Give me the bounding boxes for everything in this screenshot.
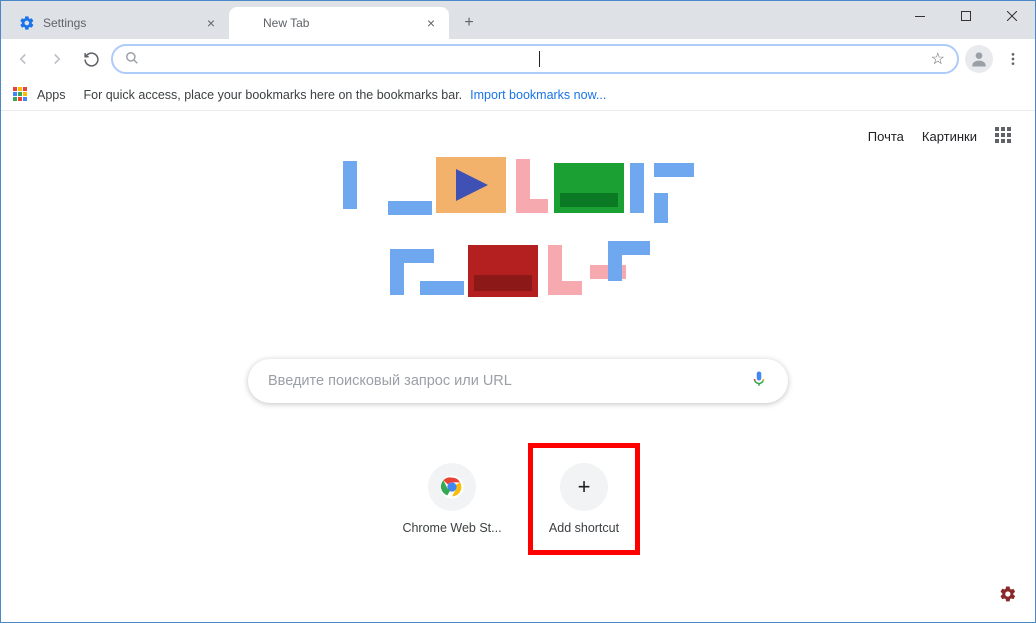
customize-gear-icon[interactable]	[999, 585, 1017, 608]
shortcut-chrome-web-store[interactable]: Chrome Web St...	[396, 443, 508, 555]
text-caret	[539, 51, 540, 67]
apps-icon[interactable]	[13, 87, 29, 103]
tab-title: Settings	[43, 16, 203, 30]
plus-icon: +	[578, 474, 591, 500]
add-shortcut-circle: +	[560, 463, 608, 511]
maximize-button[interactable]	[943, 1, 989, 31]
images-link[interactable]: Картинки	[922, 129, 977, 144]
gear-icon	[19, 15, 35, 31]
close-icon[interactable]: ×	[423, 15, 439, 31]
google-doodle[interactable]	[308, 149, 728, 309]
tab-settings[interactable]: Settings ×	[9, 7, 229, 39]
google-apps-icon[interactable]	[995, 127, 1013, 145]
apps-label[interactable]: Apps	[37, 88, 66, 102]
tab-new-tab[interactable]: New Tab ×	[229, 7, 449, 39]
toolbar: ☆	[1, 39, 1035, 79]
close-icon[interactable]: ×	[203, 15, 219, 31]
voice-search-icon[interactable]	[750, 368, 768, 395]
minimize-button[interactable]	[897, 1, 943, 31]
shortcut-label: Chrome Web St...	[402, 521, 501, 535]
titlebar: Settings × New Tab × +	[1, 1, 1035, 39]
bookmark-bar: Apps For quick access, place your bookma…	[1, 79, 1035, 111]
window-close-button[interactable]	[989, 1, 1035, 31]
shortcut-favicon	[428, 463, 476, 511]
menu-button[interactable]	[999, 45, 1027, 73]
bookmark-star-icon[interactable]: ☆	[931, 49, 945, 69]
new-tab-button[interactable]: +	[455, 9, 483, 37]
new-tab-page: Почта Картинки	[1, 111, 1035, 622]
omnibox[interactable]: ☆	[111, 44, 959, 74]
ntp-search-box[interactable]: Введите поисковый запрос или URL	[248, 359, 788, 403]
tab-title: New Tab	[263, 16, 423, 30]
back-button[interactable]	[9, 45, 37, 73]
bookmark-hint-text: For quick access, place your bookmarks h…	[84, 88, 463, 102]
address-input[interactable]	[147, 51, 537, 67]
top-links: Почта Картинки	[868, 127, 1013, 145]
profile-avatar[interactable]	[965, 45, 993, 73]
import-bookmarks-link[interactable]: Import bookmarks now...	[470, 88, 606, 102]
page-icon	[239, 15, 255, 31]
mail-link[interactable]: Почта	[868, 129, 904, 144]
reload-button[interactable]	[77, 45, 105, 73]
search-placeholder: Введите поисковый запрос или URL	[268, 373, 750, 389]
forward-button[interactable]	[43, 45, 71, 73]
window-controls	[897, 1, 1035, 31]
shortcut-add[interactable]: + Add shortcut	[528, 443, 640, 555]
tab-strip: Settings × New Tab × +	[1, 1, 483, 39]
search-icon	[125, 51, 139, 68]
shortcut-label: Add shortcut	[549, 521, 619, 535]
shortcuts-row: Chrome Web St... + Add shortcut	[396, 443, 640, 555]
